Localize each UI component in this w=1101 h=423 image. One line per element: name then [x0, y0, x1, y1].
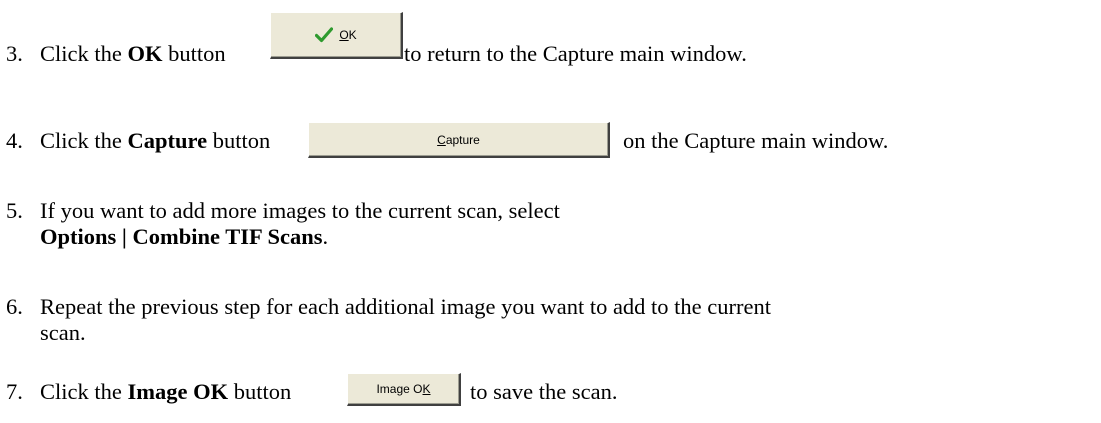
bold-label: OK	[127, 41, 163, 66]
image-ok-button[interactable]: Image OK	[347, 373, 461, 406]
step-text: Click the Image OK button	[40, 379, 292, 404]
step-4-tail: on the Capture main window.	[623, 128, 888, 154]
step-text-end: on the Capture main window.	[623, 128, 889, 153]
step-text-end: to save the scan.	[470, 379, 618, 404]
step-number: 6.	[6, 294, 23, 319]
step-text: Click the Capture button	[40, 128, 271, 153]
step-3-tail: to return to the Capture main window.	[404, 41, 747, 67]
bold-label: Capture	[127, 128, 208, 153]
step-text: If you want to add more images to the cu…	[40, 198, 560, 249]
menu-path: Options | Combine TIF Scans	[40, 224, 323, 249]
capture-button[interactable]: Capture	[308, 122, 610, 158]
checkmark-icon	[315, 27, 334, 43]
capture-button-label: Capture	[437, 132, 480, 147]
step-number: 5.	[6, 198, 23, 223]
step-number: 3.	[6, 41, 23, 66]
step-text-end: to return to the Capture main window.	[404, 41, 747, 66]
step-7-tail: to save the scan.	[470, 379, 617, 405]
step-text: Click the OK button	[40, 41, 226, 66]
step-number: 4.	[6, 128, 23, 153]
image-ok-button-label: Image OK	[376, 382, 431, 396]
ok-button-label: OK	[339, 28, 357, 42]
ok-button[interactable]: OK	[270, 12, 403, 59]
step-text: Repeat the previous step for each additi…	[40, 294, 772, 345]
bold-label: Image OK	[127, 379, 229, 404]
step-number: 7.	[6, 379, 23, 404]
